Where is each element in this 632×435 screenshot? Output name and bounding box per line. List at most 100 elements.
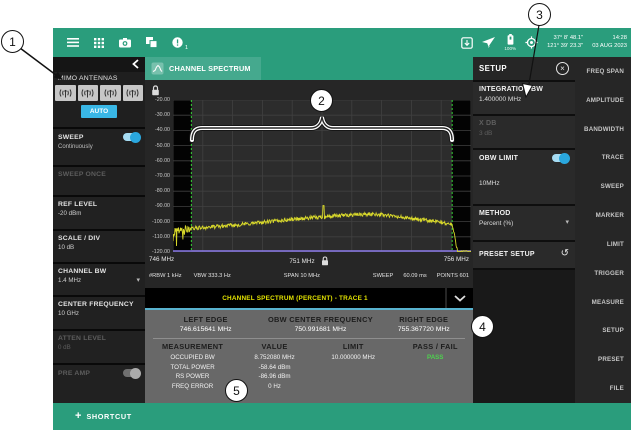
table-row-name: RS POWER: [145, 372, 240, 382]
scale-div-value: 10 dB: [58, 244, 140, 251]
measurement-results-panel: LEFT EDGE 746.615641 MHz OBW CENTER FREQ…: [145, 310, 473, 403]
mimo-antennas-label: MIMO ANTENNAS: [53, 72, 145, 84]
center-frequency-button[interactable]: CENTER FREQUENCY 10 GHz: [53, 297, 145, 329]
obw-center-label: OBW CENTER FREQUENCY: [266, 315, 374, 324]
y-axis-tick: -70.00: [145, 172, 170, 180]
preamp-row[interactable]: PRE AMP: [53, 365, 145, 403]
left-control-sidebar: MIMO ANTENNAS AUTO SWEEP Continuously SW…: [53, 57, 145, 403]
antenna-icon: [125, 87, 140, 99]
callout-1: 1: [1, 30, 24, 53]
shortcut-bar: + SHORTCUT: [53, 403, 631, 430]
atten-level-button[interactable]: ATTEN LEVEL 0 dB: [53, 331, 145, 363]
menu-item-preset[interactable]: PRESET: [598, 356, 624, 363]
right-function-menu: FREQ SPAN AMPLITUDE BANDWIDTH TRACE SWEE…: [575, 57, 631, 403]
trace-label: CHANNEL SPECTRUM (PERCENT) - TRACE 1: [145, 288, 445, 308]
top-status-bar: 1 100% 37° 8' 48.1" 12: [53, 28, 631, 57]
auto-button[interactable]: AUTO: [81, 105, 117, 118]
close-icon[interactable]: ×: [556, 62, 569, 75]
channel-bw-value: 1.4 MHz: [58, 277, 81, 284]
sweep-time-value: 60.09 ms: [403, 273, 426, 279]
menu-item-setup[interactable]: SETUP: [602, 327, 624, 334]
y-axis-tick: -60.00: [145, 157, 170, 165]
preamp-toggle[interactable]: [123, 369, 140, 377]
info-icon[interactable]: 1: [172, 37, 183, 48]
preset-setup-button[interactable]: PRESET SETUP ↺: [473, 242, 575, 268]
menu-item-trigger[interactable]: TRIGGER: [594, 270, 624, 277]
y-axis-tick: -120.00: [145, 248, 170, 256]
spectrum-chart[interactable]: -20.00-30.00-40.00-50.00-60.00-70.00-80.…: [145, 80, 473, 288]
y-axis-tick: -50.00: [145, 142, 170, 150]
antenna-button-1[interactable]: [55, 85, 76, 101]
menu-item-freq-span[interactable]: FREQ SPAN: [587, 68, 624, 75]
camera-icon[interactable]: [119, 38, 131, 48]
apps-grid-icon[interactable]: [94, 38, 104, 48]
sweep-toggle[interactable]: [123, 133, 140, 141]
integration-bw-value: 1.400000 MHz: [479, 96, 569, 103]
table-row-name: TOTAL POWER: [145, 363, 240, 373]
antenna-icon: [103, 87, 118, 99]
y-axis-tick: -90.00: [145, 202, 170, 210]
rbw-value: #RBW 1 kHz: [149, 273, 182, 279]
y-axis-tick: -80.00: [145, 187, 170, 195]
y-axis-tick: -40.00: [145, 126, 170, 134]
table-row-value: 0 Hz: [240, 382, 309, 392]
shortcut-button[interactable]: SHORTCUT: [86, 412, 131, 421]
sweep-settings-row: #RBW 1 kHz VBW 333.3 Hz SPAN 10 MHz SWEE…: [145, 273, 473, 279]
x-db-button[interactable]: X DB 3 dB: [473, 116, 575, 148]
menu-item-file[interactable]: FILE: [610, 385, 624, 392]
callout-3: 3: [528, 3, 551, 26]
antenna-selector: [53, 84, 145, 102]
obw-limit-toggle[interactable]: [552, 154, 569, 162]
menu-item-limit[interactable]: LIMIT: [607, 241, 624, 248]
gps-coordinates: 37° 8' 48.1" 121° 39' 23.3": [547, 35, 583, 50]
documentation-figure: 1 100% 37° 8' 48.1" 12: [0, 0, 632, 435]
antenna-icon: [58, 87, 73, 99]
scale-div-button[interactable]: SCALE / DIV 10 dB: [53, 231, 145, 262]
antenna-button-3[interactable]: [100, 85, 121, 101]
callout-5: 5: [225, 379, 248, 402]
method-dropdown[interactable]: METHOD Percent (%)▾: [473, 206, 575, 240]
sweep-once-button[interactable]: SWEEP ONCE: [53, 167, 145, 195]
tab-channel-spectrum[interactable]: CHANNEL SPECTRUM: [145, 57, 261, 80]
antenna-button-2[interactable]: [78, 85, 99, 101]
channel-spectrum-icon: [151, 62, 164, 75]
integration-bw-button[interactable]: INTEGRATION BW 1.400000 MHz: [473, 82, 575, 114]
chevron-down-icon: [454, 295, 466, 302]
sweep-toggle-row[interactable]: SWEEP Continuously: [53, 129, 145, 165]
col-passfail: PASS / FAIL: [398, 342, 473, 353]
obw-limit-row[interactable]: OBW LIMIT 10MHz: [473, 150, 575, 204]
vbw-value: VBW 333.3 Hz: [194, 273, 231, 279]
y-axis-tick: -20.00: [145, 96, 170, 104]
left-edge-label: LEFT EDGE: [145, 315, 266, 324]
gps-latitude: 37° 8' 48.1": [554, 35, 584, 41]
screenshot-icon[interactable]: [461, 37, 473, 49]
x-db-value: 3 dB: [479, 130, 569, 137]
notification-count: 1: [185, 45, 188, 51]
menu-item-marker[interactable]: MARKER: [596, 212, 624, 219]
expand-table-button[interactable]: [445, 288, 473, 308]
menu-item-trace[interactable]: TRACE: [602, 154, 624, 161]
send-icon[interactable]: [482, 37, 495, 48]
clock-date: 03 AUG 2023: [592, 43, 627, 49]
antenna-button-4[interactable]: [123, 85, 144, 101]
menu-item-amplitude[interactable]: AMPLITUDE: [586, 97, 624, 104]
trace-info-bar[interactable]: CHANNEL SPECTRUM (PERCENT) - TRACE 1: [145, 288, 473, 310]
sidebar-collapse-button[interactable]: [132, 56, 139, 74]
left-edge-value: 746.615641 MHz: [145, 326, 266, 333]
main-measurement-area: CHANNEL SPECTRUM -20.00-30.00-40.00-50.0…: [145, 57, 473, 403]
battery-percent: 100%: [504, 46, 516, 51]
menu-item-measure[interactable]: MEASURE: [592, 299, 624, 306]
channel-bw-dropdown[interactable]: CHANNEL BW 1.4 MHz▾: [53, 264, 145, 295]
antenna-icon: [80, 87, 95, 99]
ref-level-button[interactable]: REF LEVEL -20 dBm: [53, 197, 145, 229]
menu-item-bandwidth[interactable]: BANDWIDTH: [584, 126, 624, 133]
reset-icon: ↺: [561, 249, 569, 259]
hamburger-menu-icon[interactable]: [67, 38, 79, 47]
obw-center-value: 750.991681 MHz: [266, 326, 374, 333]
divider: [153, 338, 465, 339]
gps-longitude: 121° 39' 23.3": [547, 43, 583, 49]
spectrum-plot[interactable]: [173, 100, 471, 252]
menu-item-sweep[interactable]: SWEEP: [601, 183, 624, 190]
windows-icon[interactable]: [146, 37, 157, 48]
tab-bar: CHANNEL SPECTRUM: [145, 57, 473, 80]
